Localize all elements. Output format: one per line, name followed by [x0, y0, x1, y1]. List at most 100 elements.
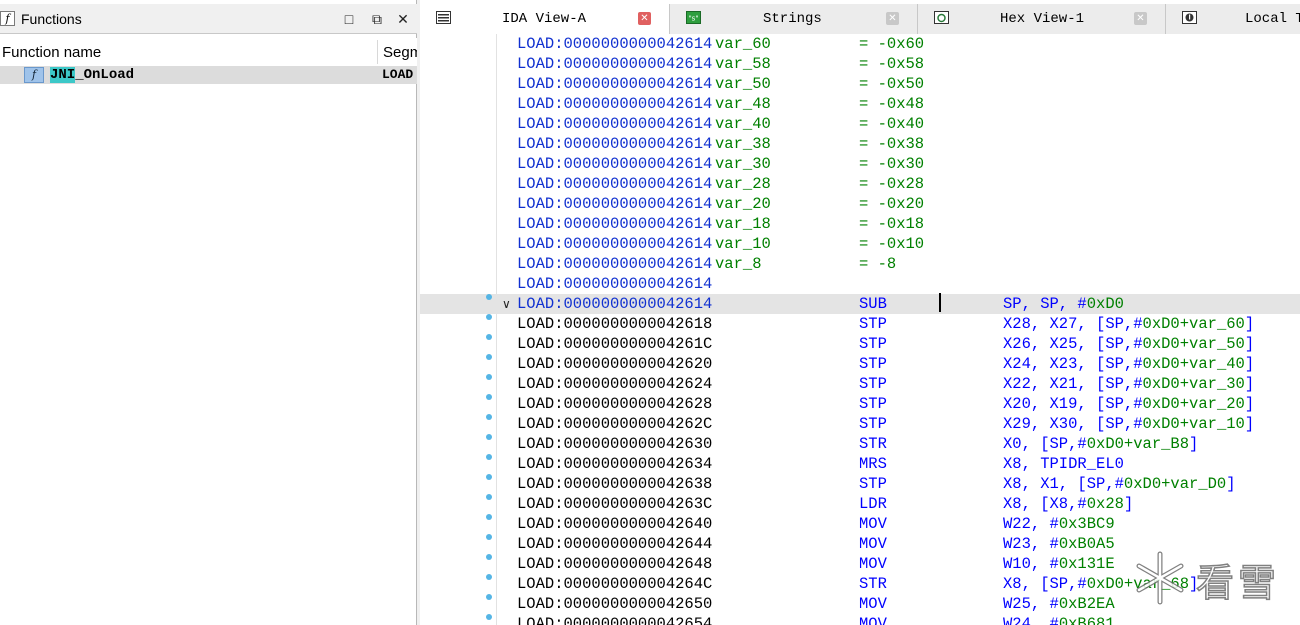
disasm-line[interactable]: LOAD:0000000000042628 STP X20, X19, [SP,#0…: [420, 394, 1300, 414]
disassembly-view[interactable]: LOAD:0000000000042614 var_60 = -0x60 LOAD:0…: [420, 34, 1300, 625]
disasm-line[interactable]: LOAD:0000000000042614 var_40 = -0x40: [420, 114, 1300, 134]
instruction-operands[interactable]: W25, #0xB2EA: [1003, 594, 1115, 614]
line-address: LOAD:0000000000042614: [517, 95, 713, 113]
stack-var-name[interactable]: var_10: [715, 234, 771, 254]
tab-ida-view-a[interactable]: IDA View-A ✕: [420, 4, 670, 34]
stack-var-offset: = -0x20: [859, 195, 925, 213]
disasm-line[interactable]: LOAD:0000000000042614 var_10 = -0x10: [420, 234, 1300, 254]
stack-var-name[interactable]: var_8: [715, 254, 762, 274]
stack-var-name[interactable]: var_40: [715, 114, 771, 134]
maximize-icon[interactable]: □: [340, 10, 358, 28]
breakpoint-dot-icon[interactable]: [486, 594, 492, 600]
close-tab-icon[interactable]: ✕: [638, 12, 651, 25]
stack-var-name[interactable]: var_48: [715, 94, 771, 114]
disasm-line[interactable]: LOAD:000000000004261C STP X26, X25, [SP,#0…: [420, 334, 1300, 354]
operand-value: 0x28: [1086, 495, 1124, 513]
disasm-line[interactable]: LOAD:0000000000042614 var_50 = -0x50: [420, 74, 1300, 94]
disasm-line[interactable]: LOAD:0000000000042614 var_60 = -0x60: [420, 34, 1300, 54]
disasm-line[interactable]: LOAD:0000000000042630 STR X0, [SP,#0xD0+va…: [420, 434, 1300, 454]
disasm-line[interactable]: LOAD:000000000004262C STP X29, X30, [SP,#0…: [420, 414, 1300, 434]
close-icon[interactable]: ✕: [394, 10, 412, 28]
instruction-operands[interactable]: W24, #0xB681: [1003, 614, 1115, 625]
tab-hex-view-1[interactable]: Hex View-1 ✕: [918, 4, 1166, 34]
breakpoint-dot-icon[interactable]: [486, 574, 492, 580]
stack-var-name[interactable]: var_38: [715, 134, 771, 154]
stack-var-offset: = -0x58: [859, 55, 925, 73]
line-address: LOAD:0000000000042614: [517, 295, 713, 313]
function-row[interactable]: f JNI_OnLoad LOAD: [0, 66, 417, 84]
close-tab-icon[interactable]: ✕: [886, 12, 899, 25]
instruction-operands[interactable]: X8, X1, [SP,#0xD0+var_D0]: [1003, 474, 1236, 494]
instruction-operands[interactable]: X8, [X8,#0x28]: [1003, 494, 1133, 514]
operand-text: ]: [1244, 355, 1255, 373]
stack-var-name[interactable]: var_50: [715, 74, 771, 94]
disasm-line[interactable]: LOAD:0000000000042654 MOV W24, #0xB681: [420, 614, 1300, 625]
tab-strings[interactable]: "s" Strings ✕: [670, 4, 918, 34]
stack-var-name[interactable]: var_30: [715, 154, 771, 174]
instruction-operands[interactable]: W23, #0xB0A5: [1003, 534, 1115, 554]
stack-var-name[interactable]: var_58: [715, 54, 771, 74]
stack-var-offset: = -0x50: [859, 75, 925, 93]
instruction-operands[interactable]: X26, X25, [SP,#0xD0+var_50]: [1003, 334, 1254, 354]
stack-var-name[interactable]: var_18: [715, 214, 771, 234]
disasm-line-selected[interactable]: ∨ LOAD:0000000000042614 SUB SP, SP, #0xD0: [420, 294, 1300, 314]
breakpoint-dot-icon[interactable]: [486, 514, 492, 520]
disasm-line[interactable]: LOAD:0000000000042614 var_48 = -0x48: [420, 94, 1300, 114]
tab-local-types[interactable]: Local T: [1166, 4, 1300, 34]
breakpoint-dot-icon[interactable]: [486, 434, 492, 440]
disasm-line[interactable]: LOAD:0000000000042614 var_58 = -0x58: [420, 54, 1300, 74]
disasm-line[interactable]: LOAD:0000000000042624 STP X22, X21, [SP,#0…: [420, 374, 1300, 394]
disasm-line[interactable]: LOAD:0000000000042614 var_38 = -0x38: [420, 134, 1300, 154]
instruction-operands[interactable]: X22, X21, [SP,#0xD0+var_30]: [1003, 374, 1254, 394]
breakpoint-dot-icon[interactable]: [486, 394, 492, 400]
breakpoint-dot-icon[interactable]: [486, 374, 492, 380]
instruction-operands[interactable]: X28, X27, [SP,#0xD0+var_60]: [1003, 314, 1254, 334]
breakpoint-dot-icon[interactable]: [486, 354, 492, 360]
column-segment[interactable]: Segm: [383, 44, 417, 61]
stack-var-name[interactable]: var_28: [715, 174, 771, 194]
stack-var-name[interactable]: var_20: [715, 194, 771, 214]
instruction-operands[interactable]: W10, #0x131E: [1003, 554, 1115, 574]
instruction-operands[interactable]: X24, X23, [SP,#0xD0+var_40]: [1003, 354, 1254, 374]
disasm-line[interactable]: LOAD:0000000000042614 var_18 = -0x18: [420, 214, 1300, 234]
disasm-line[interactable]: LOAD:0000000000042614 var_20 = -0x20: [420, 194, 1300, 214]
breakpoint-dot-icon[interactable]: [486, 474, 492, 480]
breakpoint-dot-icon[interactable]: [486, 334, 492, 340]
functions-column-header[interactable]: Function name Segm: [0, 38, 417, 66]
disasm-line[interactable]: LOAD:0000000000042614: [420, 274, 1300, 294]
line-address: LOAD:0000000000042614: [517, 195, 713, 213]
breakpoint-dot-icon[interactable]: [486, 454, 492, 460]
disasm-line[interactable]: LOAD:0000000000042618 STP X28, X27, [SP,#0…: [420, 314, 1300, 334]
disasm-line[interactable]: LOAD:000000000004263C LDR X8, [X8,#0x28]: [420, 494, 1300, 514]
line-address: LOAD:0000000000042614: [517, 155, 713, 173]
breakpoint-dot-icon[interactable]: [486, 294, 492, 300]
instruction-operands[interactable]: X29, X30, [SP,#0xD0+var_10]: [1003, 414, 1254, 434]
column-function-name[interactable]: Function name: [2, 44, 101, 61]
disasm-line[interactable]: LOAD:0000000000042614 var_30 = -0x30: [420, 154, 1300, 174]
instruction-mnemonic: STP: [859, 415, 887, 433]
breakpoint-dot-icon[interactable]: [486, 534, 492, 540]
breakpoint-dot-icon[interactable]: [486, 554, 492, 560]
breakpoint-dot-icon[interactable]: [486, 494, 492, 500]
instruction-operands[interactable]: SP, SP, #0xD0: [1003, 294, 1124, 314]
instruction-operands[interactable]: W22, #0x3BC9: [1003, 514, 1115, 534]
instruction-operands[interactable]: X0, [SP,#0xD0+var_B8]: [1003, 434, 1198, 454]
instruction-mnemonic: STR: [859, 575, 887, 593]
instruction-operands[interactable]: X20, X19, [SP,#0xD0+var_20]: [1003, 394, 1254, 414]
close-tab-icon[interactable]: ✕: [1134, 12, 1147, 25]
disasm-line[interactable]: LOAD:0000000000042640 MOV W22, #0x3BC9: [420, 514, 1300, 534]
collapse-chevron-icon[interactable]: ∨: [502, 294, 511, 314]
disasm-line[interactable]: LOAD:0000000000042638 STP X8, X1, [SP,#0xD…: [420, 474, 1300, 494]
breakpoint-dot-icon[interactable]: [486, 314, 492, 320]
instruction-operands[interactable]: X8, TPIDR_EL0: [1003, 454, 1124, 474]
operand-text: X8, X1, [SP,#: [1003, 475, 1124, 493]
breakpoint-dot-icon[interactable]: [486, 614, 492, 620]
disasm-line[interactable]: LOAD:0000000000042614 var_8 = -8: [420, 254, 1300, 274]
disasm-line[interactable]: LOAD:0000000000042614 var_28 = -0x28: [420, 174, 1300, 194]
disasm-line[interactable]: LOAD:0000000000042634 MRS X8, TPIDR_EL0: [420, 454, 1300, 474]
breakpoint-dot-icon[interactable]: [486, 414, 492, 420]
disasm-line[interactable]: LOAD:0000000000042620 STP X24, X23, [SP,#0…: [420, 354, 1300, 374]
float-window-icon[interactable]: ⧉: [368, 10, 386, 28]
stack-var-name[interactable]: var_60: [715, 34, 771, 54]
column-separator[interactable]: [377, 40, 378, 64]
